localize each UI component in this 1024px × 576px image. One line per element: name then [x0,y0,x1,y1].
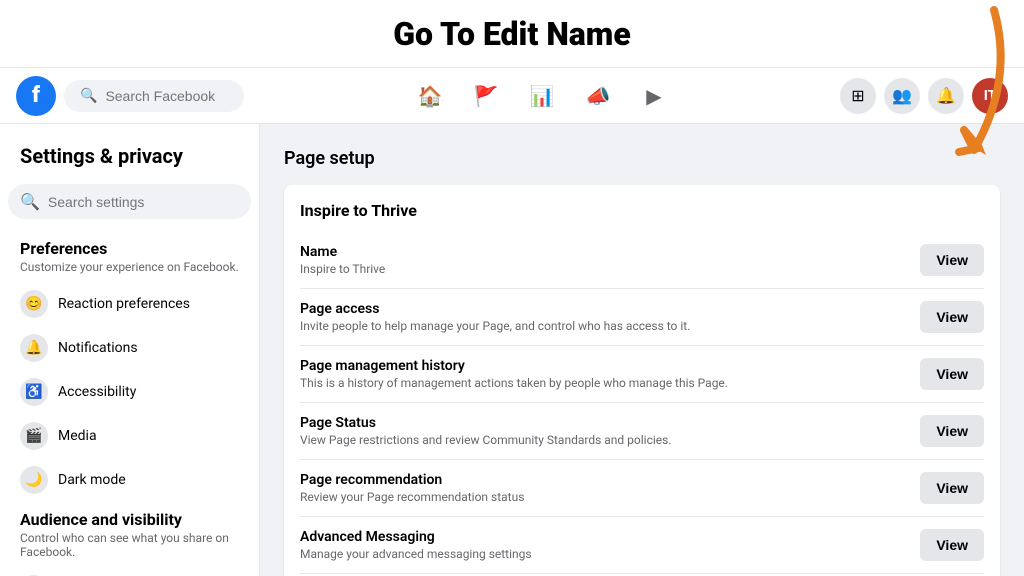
people-button[interactable]: 👥 [884,78,920,114]
setting-desc: View Page restrictions and review Commun… [300,433,908,447]
table-row: Name Inspire to Thrive View [300,232,984,289]
sidebar-item-notifications[interactable]: 🔔 Notifications [8,326,251,370]
annotation-title: Go To Edit Name [393,15,631,53]
dark-mode-icon: 🌙 [20,466,48,494]
setting-desc: This is a history of management actions … [300,376,908,390]
search-bar[interactable]: 🔍 [64,80,244,112]
sidebar-item-label: Reaction preferences [58,296,190,312]
search-icon: 🔍 [80,88,97,104]
content-title: Page setup [284,148,1000,169]
sidebar-item-reaction-preferences[interactable]: 😊 Reaction preferences [8,282,251,326]
grid-button[interactable]: ⊞ [840,78,876,114]
preferences-section-title: Preferences [8,231,251,260]
sidebar-item-page-details[interactable]: 👤 Page details [8,567,251,576]
setting-name: Page Status [300,415,908,431]
sidebar-item-label: Media [58,428,97,444]
sidebar-item-dark-mode[interactable]: 🌙 Dark mode [8,458,251,502]
accessibility-icon: ♿ [20,378,48,406]
table-row: Page access Invite people to help manage… [300,289,984,346]
notifications-button[interactable]: 🔔 [928,78,964,114]
search-input[interactable] [105,88,245,104]
setting-name: Advanced Messaging [300,529,908,545]
setting-desc: Manage your advanced messaging settings [300,547,908,561]
card-section-title: Inspire to Thrive [300,201,984,220]
setting-info: Name Inspire to Thrive [300,244,908,276]
navbar-nav: 🏠 🚩 📊 📣 ▶ [244,72,840,120]
view-button-page-recommendation[interactable]: View [920,472,984,504]
content-area: Page setup Inspire to Thrive Name Inspir… [260,124,1024,576]
setting-name: Page recommendation [300,472,908,488]
setting-info: Page Status View Page restrictions and r… [300,415,908,447]
setting-desc: Review your Page recommendation status [300,490,908,504]
sidebar-item-label: Accessibility [58,384,136,400]
table-row: Page recommendation Review your Page rec… [300,460,984,517]
sidebar-item-accessibility[interactable]: ♿ Accessibility [8,370,251,414]
view-button-page-status[interactable]: View [920,415,984,447]
setting-info: Page management history This is a histor… [300,358,908,390]
main-layout: Settings & privacy 🔍 Preferences Customi… [0,124,1024,576]
setting-info: Page recommendation Review your Page rec… [300,472,908,504]
sidebar-search-input[interactable] [48,194,239,210]
navbar: f 🔍 🏠 🚩 📊 📣 ▶ ⊞ 👥 🔔 IT [0,68,1024,124]
audience-section-title: Audience and visibility [8,502,251,531]
setting-name: Page access [300,301,908,317]
setting-name: Page management history [300,358,908,374]
megaphone-nav-icon[interactable]: 📣 [574,72,622,120]
sidebar-title: Settings & privacy [8,136,251,176]
sidebar: Settings & privacy 🔍 Preferences Customi… [0,124,260,576]
table-row: Page Status View Page restrictions and r… [300,403,984,460]
video-nav-icon[interactable]: ▶ [630,72,678,120]
flag-nav-icon[interactable]: 🚩 [462,72,510,120]
view-button-page-management[interactable]: View [920,358,984,390]
sidebar-search[interactable]: 🔍 [8,184,251,219]
setting-desc: Invite people to help manage your Page, … [300,319,908,333]
table-row: Page management history This is a histor… [300,346,984,403]
table-row: Advanced Messaging Manage your advanced … [300,517,984,574]
audience-section-subtitle: Control who can see what you share on Fa… [8,531,251,567]
preferences-section-subtitle: Customize your experience on Facebook. [8,260,251,282]
setting-name: Name [300,244,908,260]
setting-desc: Inspire to Thrive [300,262,908,276]
reaction-icon: 😊 [20,290,48,318]
facebook-logo[interactable]: f [16,76,56,116]
media-icon: 🎬 [20,422,48,450]
setting-info: Page access Invite people to help manage… [300,301,908,333]
navbar-actions: ⊞ 👥 🔔 IT [840,78,1008,114]
home-nav-icon[interactable]: 🏠 [406,72,454,120]
annotation-bar: Go To Edit Name [0,0,1024,68]
sidebar-item-media[interactable]: 🎬 Media [8,414,251,458]
chart-nav-icon[interactable]: 📊 [518,72,566,120]
sidebar-item-label: Dark mode [58,472,126,488]
setting-info: Advanced Messaging Manage your advanced … [300,529,908,561]
view-button-page-access[interactable]: View [920,301,984,333]
avatar-button[interactable]: IT [972,78,1008,114]
sidebar-search-icon: 🔍 [20,192,40,211]
settings-card: Inspire to Thrive Name Inspire to Thrive… [284,185,1000,576]
notifications-icon: 🔔 [20,334,48,362]
view-button-advanced-messaging[interactable]: View [920,529,984,561]
view-button-name[interactable]: View [920,244,984,276]
sidebar-item-label: Notifications [58,340,138,356]
